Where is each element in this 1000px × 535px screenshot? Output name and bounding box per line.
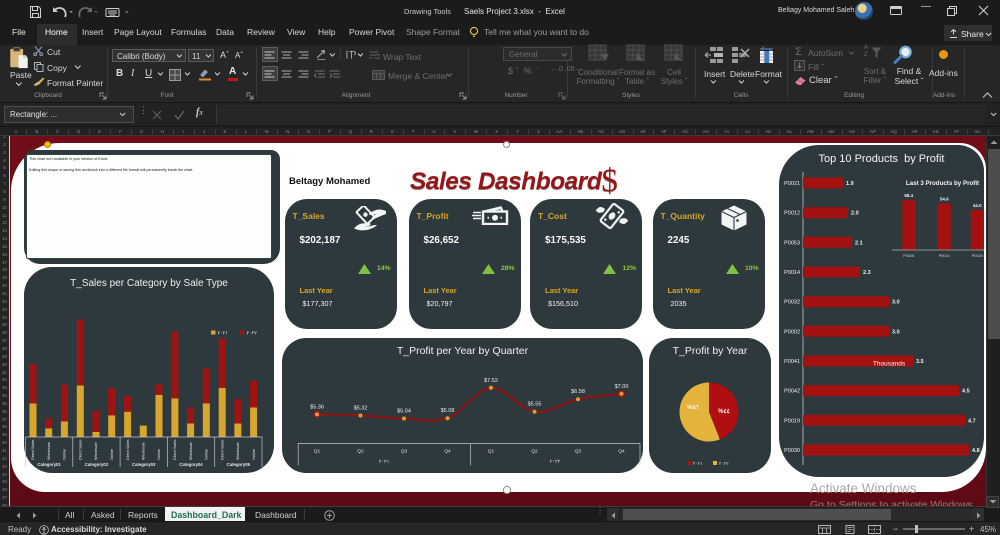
svg-text:%٥٦: %٥٦ bbox=[687, 405, 700, 411]
svg-text:٢٠٢١: ٢٠٢١ bbox=[693, 461, 703, 466]
svg-text:Wholesale: Wholesale bbox=[236, 442, 240, 460]
svg-text:$5.08: $5.08 bbox=[441, 408, 455, 414]
svg-text:3.0: 3.0 bbox=[892, 329, 900, 335]
svg-text:$6.58: $6.58 bbox=[571, 389, 585, 395]
svg-text:Online: Online bbox=[205, 449, 209, 460]
svg-text:Category04: Category04 bbox=[179, 462, 203, 467]
svg-text:$5.32: $5.32 bbox=[354, 406, 368, 412]
svg-text:P0041: P0041 bbox=[784, 359, 800, 365]
svg-text:٢٠٢٢: ٢٠٢٢ bbox=[550, 459, 561, 465]
svg-text:Online: Online bbox=[63, 449, 67, 460]
svg-text:2.3: 2.3 bbox=[863, 270, 871, 276]
svg-text:2.0: 2.0 bbox=[851, 211, 859, 217]
svg-text:4.8: 4.8 bbox=[972, 448, 980, 454]
svg-text:Q4: Q4 bbox=[618, 449, 625, 455]
svg-text:P0014: P0014 bbox=[784, 270, 800, 276]
svg-text:Q4: Q4 bbox=[444, 449, 451, 455]
svg-text:44.0: 44.0 bbox=[973, 203, 982, 208]
svg-text:٢٠٢٢: ٢٠٢٢ bbox=[247, 331, 258, 337]
svg-text:P0023: P0023 bbox=[972, 254, 983, 258]
svg-text:P0021: P0021 bbox=[784, 181, 800, 187]
svg-text:Direct Sales: Direct Sales bbox=[173, 439, 177, 460]
svg-text:P0042: P0042 bbox=[784, 389, 800, 395]
svg-text:Q1: Q1 bbox=[314, 449, 321, 455]
svg-text:54.6: 54.6 bbox=[940, 197, 949, 202]
svg-text:P0012: P0012 bbox=[784, 211, 800, 217]
svg-text:Category05: Category05 bbox=[227, 462, 251, 467]
svg-text:P0002: P0002 bbox=[784, 329, 800, 335]
svg-text:3.5: 3.5 bbox=[916, 359, 924, 365]
svg-text:Direct Sales: Direct Sales bbox=[126, 439, 130, 460]
svg-text:P0019: P0019 bbox=[784, 418, 800, 424]
svg-text:2.1: 2.1 bbox=[855, 240, 863, 246]
svg-text:$5.04: $5.04 bbox=[397, 409, 411, 415]
svg-text:Online: Online bbox=[252, 449, 256, 460]
svg-text:Direct Sales: Direct Sales bbox=[31, 439, 35, 460]
svg-text:Category01: Category01 bbox=[37, 462, 61, 467]
svg-text:Q2: Q2 bbox=[357, 449, 364, 455]
svg-text:Q2: Q2 bbox=[531, 449, 538, 455]
svg-text:$5.55: $5.55 bbox=[528, 402, 542, 408]
svg-text:Q1: Q1 bbox=[488, 449, 495, 455]
svg-text:Direct Sales: Direct Sales bbox=[79, 439, 83, 460]
svg-text:Q3: Q3 bbox=[575, 449, 582, 455]
svg-text:P0030: P0030 bbox=[784, 448, 800, 454]
svg-text:Category03: Category03 bbox=[132, 462, 156, 467]
svg-text:Q3: Q3 bbox=[401, 449, 408, 455]
svg-text:Wholesale: Wholesale bbox=[47, 442, 51, 460]
svg-text:$5.36: $5.36 bbox=[310, 404, 324, 410]
svg-text:58.4: 58.4 bbox=[904, 193, 913, 198]
svg-text:Direct Sales: Direct Sales bbox=[220, 439, 224, 460]
svg-text:3.0: 3.0 bbox=[892, 300, 900, 306]
svg-text:Online: Online bbox=[110, 449, 114, 460]
svg-text:4.5: 4.5 bbox=[962, 389, 970, 395]
svg-text:%٤٤: %٤٤ bbox=[718, 409, 730, 415]
svg-text:1.9: 1.9 bbox=[846, 181, 854, 187]
svg-text:P0053: P0053 bbox=[784, 240, 800, 246]
svg-text:$7.52: $7.52 bbox=[484, 378, 498, 384]
svg-text:Wholesale: Wholesale bbox=[142, 442, 146, 460]
svg-text:٢٠٢١: ٢٠٢١ bbox=[379, 459, 389, 465]
svg-text:Last 3 Products by Profit: Last 3 Products by Profit bbox=[906, 180, 979, 187]
svg-text:٢٠٢١: ٢٠٢١ bbox=[218, 331, 228, 337]
svg-text:Wholesale: Wholesale bbox=[94, 442, 98, 460]
svg-text:P0032: P0032 bbox=[784, 300, 800, 306]
svg-text:Wholesale: Wholesale bbox=[189, 442, 193, 460]
svg-text:Thousands: Thousands bbox=[873, 361, 906, 368]
svg-text:$7.00: $7.00 bbox=[615, 384, 629, 390]
svg-text:P0014: P0014 bbox=[939, 254, 950, 258]
svg-text:Category02: Category02 bbox=[85, 462, 109, 467]
svg-text:P0026: P0026 bbox=[903, 254, 914, 258]
svg-text:4.7: 4.7 bbox=[968, 418, 976, 424]
svg-text:٢٠٢٢: ٢٠٢٢ bbox=[719, 461, 729, 466]
svg-text:Online: Online bbox=[157, 449, 161, 460]
